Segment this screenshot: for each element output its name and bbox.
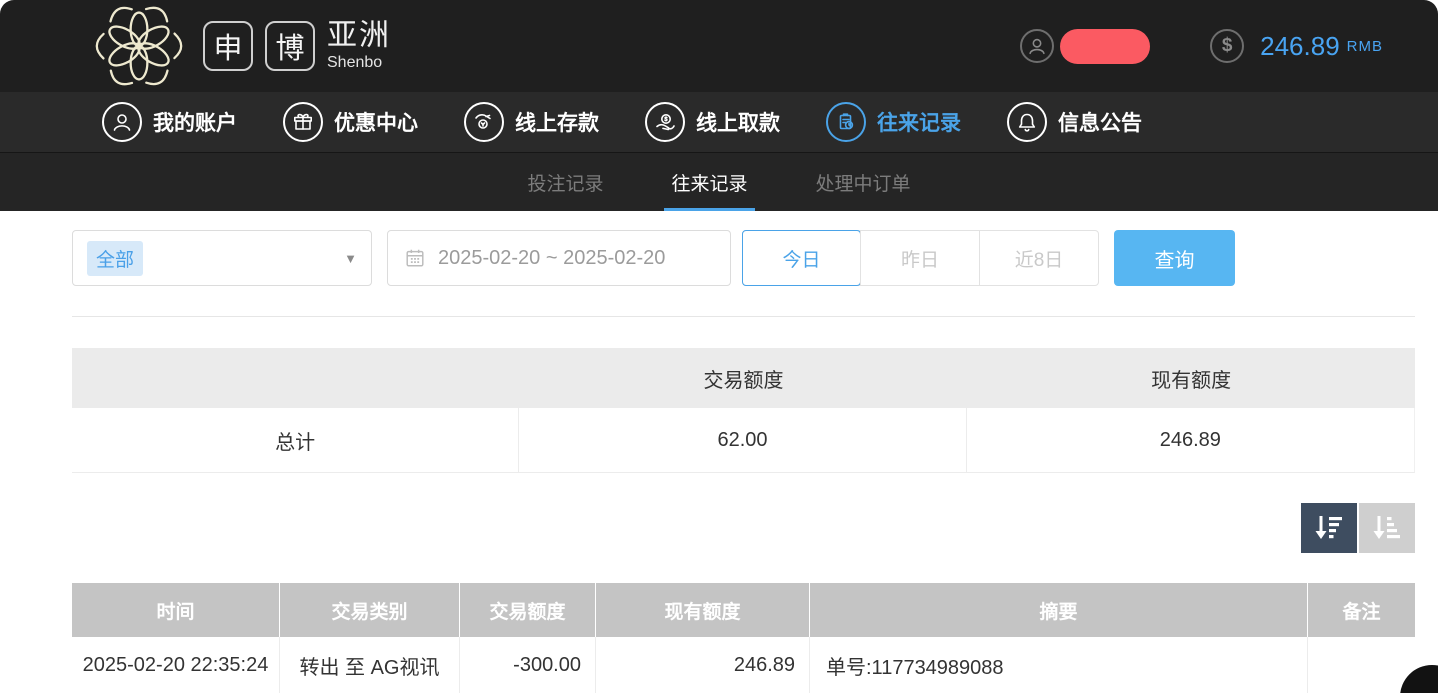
date-range-value: 2025-02-20 ~ 2025-02-20 xyxy=(438,247,665,270)
cell-time: 2025-02-20 22:35:24 xyxy=(72,637,280,693)
user-avatar-icon xyxy=(1020,29,1054,63)
nav-item-online-deposit[interactable]: 线上存款 xyxy=(464,102,599,142)
search-button[interactable]: 查询 xyxy=(1114,230,1235,286)
records-table: 时间 交易类别 交易额度 现有额度 摘要 备注 2025-02-20 22:35… xyxy=(72,583,1415,693)
tab-betting-records[interactable]: 投注记录 xyxy=(520,153,610,211)
col-summary: 摘要 xyxy=(810,583,1308,637)
summary-total-label: 总计 xyxy=(72,408,519,472)
nav-label: 优惠中心 xyxy=(334,107,418,137)
tab-transaction-records[interactable]: 往来记录 xyxy=(664,153,754,211)
brand-hanzi-boxes: 申 博 xyxy=(203,21,315,71)
username-badge[interactable] xyxy=(1060,29,1150,64)
cell-remark xyxy=(1308,637,1415,693)
nav-label: 往来记录 xyxy=(877,107,961,137)
cell-amount: -300.00 xyxy=(460,637,596,693)
nav-label: 线上取款 xyxy=(696,107,780,137)
range-today-button[interactable]: 今日 xyxy=(742,230,861,286)
nav-label: 我的账户 xyxy=(153,107,237,137)
nav-item-promotions[interactable]: 优惠中心 xyxy=(283,102,418,142)
table-row: 2025-02-20 22:35:24 转出 至 AG视讯 -300.00 24… xyxy=(72,637,1415,693)
brand-region-text: 亚洲 xyxy=(327,21,391,51)
nav-item-my-account[interactable]: 我的账户 xyxy=(102,102,237,142)
summary-col-empty xyxy=(72,348,520,408)
records-icon xyxy=(826,102,866,142)
sort-descending-icon xyxy=(1313,513,1345,543)
nav-item-announcements[interactable]: 信息公告 xyxy=(1007,102,1142,142)
col-amount: 交易额度 xyxy=(460,583,596,637)
brand-logo: 申 博 亚洲 Shenbo xyxy=(93,2,391,90)
sort-controls xyxy=(72,503,1415,553)
summary-total-balance: 246.89 xyxy=(967,408,1414,472)
summary-table: 交易额度 现有额度 总计 62.00 246.89 xyxy=(72,348,1415,473)
brand-region-block: 亚洲 Shenbo xyxy=(327,21,391,71)
quick-range-group: 今日 昨日 近8日 xyxy=(742,230,1099,286)
content-area: 全部 ▼ 2025-02-20 ~ 2025-02-20 今日 昨日 近8日 查… xyxy=(72,230,1415,693)
cell-balance: 246.89 xyxy=(596,637,810,693)
summary-total-row: 总计 62.00 246.89 xyxy=(72,408,1415,473)
record-subtabs: 投注记录 往来记录 处理中订单 xyxy=(0,152,1438,211)
brand-hanzi-1: 申 xyxy=(203,21,253,71)
col-time: 时间 xyxy=(72,583,280,637)
sort-descending-button[interactable] xyxy=(1301,503,1357,553)
section-divider xyxy=(72,316,1415,317)
sort-ascending-icon xyxy=(1371,513,1403,543)
col-type: 交易类别 xyxy=(280,583,460,637)
bell-icon xyxy=(1007,102,1047,142)
deposit-icon xyxy=(464,102,504,142)
brand-hanzi-2: 博 xyxy=(265,21,315,71)
nav-item-transaction-records[interactable]: 往来记录 xyxy=(826,102,961,142)
account-summary: $ 246.89 RMB xyxy=(1020,29,1383,64)
balance-currency: RMB xyxy=(1347,38,1383,55)
top-header: 申 博 亚洲 Shenbo $ 246.89 RMB xyxy=(0,0,1438,92)
brand-latin-text: Shenbo xyxy=(327,55,391,71)
summary-total-transaction: 62.00 xyxy=(519,408,966,472)
user-icon xyxy=(102,102,142,142)
date-range-input[interactable]: 2025-02-20 ~ 2025-02-20 xyxy=(387,230,731,286)
chevron-down-icon: ▼ xyxy=(344,251,357,266)
nav-item-online-withdrawal[interactable]: 线上取款 xyxy=(645,102,780,142)
summary-col-balance: 现有额度 xyxy=(967,348,1415,408)
balance-amount: 246.89 xyxy=(1260,31,1340,62)
range-yesterday-button[interactable]: 昨日 xyxy=(860,231,979,285)
summary-col-transaction: 交易额度 xyxy=(520,348,968,408)
sort-ascending-button[interactable] xyxy=(1359,503,1415,553)
cell-type: 转出 至 AG视讯 xyxy=(280,637,460,693)
nav-label: 线上存款 xyxy=(515,107,599,137)
main-navigation: 我的账户 优惠中心 线上存款 线上取款 往来记录 xyxy=(0,92,1438,152)
transaction-records-page: 申 博 亚洲 Shenbo $ 246.89 RMB xyxy=(0,0,1438,693)
range-last8days-button[interactable]: 近8日 xyxy=(979,231,1098,285)
col-balance: 现有额度 xyxy=(596,583,810,637)
selected-type-chip: 全部 xyxy=(87,241,143,276)
cell-summary: 单号:117734989088 xyxy=(810,637,1308,693)
col-remark: 备注 xyxy=(1308,583,1415,637)
lotus-flower-icon xyxy=(93,2,185,90)
nav-label: 信息公告 xyxy=(1058,107,1142,137)
summary-table-header: 交易额度 现有额度 xyxy=(72,348,1415,408)
records-table-header: 时间 交易类别 交易额度 现有额度 摘要 备注 xyxy=(72,583,1415,637)
tab-processing-orders[interactable]: 处理中订单 xyxy=(809,153,918,211)
withdraw-icon xyxy=(645,102,685,142)
calendar-icon xyxy=(404,247,426,269)
dollar-coin-icon: $ xyxy=(1210,29,1244,63)
transaction-type-select[interactable]: 全部 ▼ xyxy=(72,230,372,286)
gift-icon xyxy=(283,102,323,142)
filter-bar: 全部 ▼ 2025-02-20 ~ 2025-02-20 今日 昨日 近8日 查… xyxy=(72,230,1415,286)
